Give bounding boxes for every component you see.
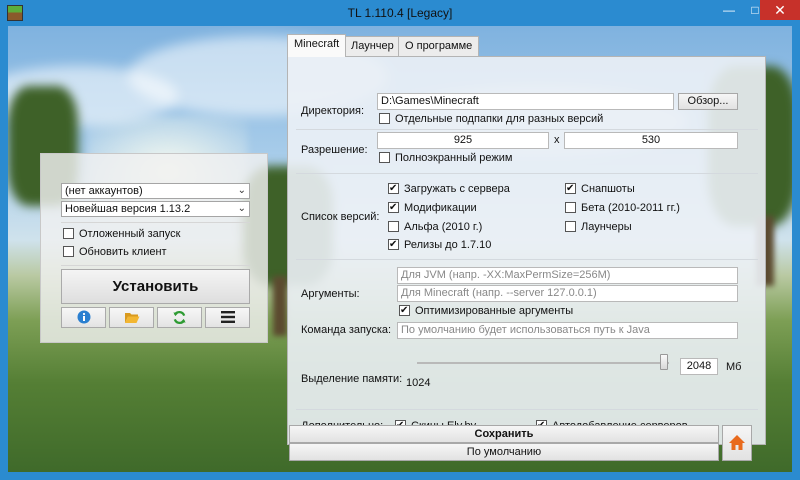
fullscreen-label: Полноэкранный режим <box>395 152 513 164</box>
optimized-args-checkbox[interactable]: Оптимизированные аргументы <box>399 304 574 319</box>
update-client-label: Обновить клиент <box>79 246 167 258</box>
launchers-checkbox[interactable]: Лаунчеры <box>565 221 632 235</box>
home-button[interactable] <box>722 425 752 461</box>
chevron-down-icon: ⌄ <box>237 203 246 214</box>
window-title: TL 1.110.4 [Legacy] <box>347 6 453 20</box>
resolution-height-input[interactable]: 530 <box>564 132 738 149</box>
checkbox-box[interactable] <box>388 238 399 251</box>
version-select[interactable]: Новейшая версия 1.13.2 ⌄ <box>61 201 250 217</box>
info-icon <box>77 310 91 324</box>
tab-about[interactable]: О программе <box>398 36 480 56</box>
checkbox-box[interactable] <box>379 152 390 163</box>
checkbox-box[interactable] <box>399 304 410 317</box>
modifications-label: Модификации <box>404 202 477 214</box>
refresh-icon <box>172 310 187 324</box>
divider <box>296 259 758 260</box>
close-button[interactable]: ✕ <box>760 0 800 20</box>
folder-icon <box>124 311 140 323</box>
settings-sheet: Директория: D:\Games\Minecraft Обзор... … <box>287 56 766 445</box>
version-select-value: Новейшая версия 1.13.2 <box>65 203 191 215</box>
window-frame-bottom <box>0 472 800 480</box>
delayed-launch-label: Отложенный запуск <box>79 228 181 240</box>
tab-minecraft[interactable]: Minecraft <box>287 34 347 57</box>
checkbox-box[interactable] <box>565 182 576 195</box>
launch-command-input[interactable]: По умолчанию будет использоваться путь к… <box>397 322 738 339</box>
resolution-label: Разрешение: <box>301 144 368 156</box>
memory-input[interactable]: 2048 <box>680 358 718 375</box>
separate-subfolders-checkbox[interactable]: Отдельные подпапки для разных версий <box>379 113 603 127</box>
snapshots-checkbox[interactable]: Снапшоты <box>565 182 635 197</box>
launch-panel: (нет аккаунтов) ⌄ Новейшая версия 1.13.2… <box>40 153 268 343</box>
open-folder-button[interactable] <box>109 307 154 328</box>
divider <box>61 265 250 266</box>
home-icon <box>728 435 746 455</box>
alpha-checkbox[interactable]: Альфа (2010 г.) <box>388 221 482 235</box>
optimized-args-label: Оптимизированные аргументы <box>415 305 574 317</box>
window-frame-right <box>792 26 800 480</box>
save-button[interactable]: Сохранить <box>289 425 719 443</box>
minimize-button[interactable]: — <box>716 0 742 20</box>
checkbox-box[interactable] <box>63 246 74 257</box>
alpha-label: Альфа (2010 г.) <box>404 221 483 233</box>
memory-label: Выделение памяти: <box>301 373 403 385</box>
snapshots-label: Снапшоты <box>581 183 635 195</box>
memory-unit: Мб <box>726 361 742 373</box>
download-from-server-label: Загружать с сервера <box>404 183 510 195</box>
divider <box>61 222 250 223</box>
delayed-launch-checkbox[interactable]: Отложенный запуск <box>63 228 180 242</box>
launchers-label: Лаунчеры <box>581 221 632 233</box>
info-button[interactable] <box>61 307 106 328</box>
checkbox-box[interactable] <box>565 221 576 232</box>
resolution-width-input[interactable]: 925 <box>377 132 549 149</box>
title-bar[interactable]: TL 1.110.4 [Legacy] — □ ✕ <box>0 0 800 26</box>
download-from-server-checkbox[interactable]: Загружать с сервера <box>388 182 510 197</box>
default-button[interactable]: По умолчанию <box>289 443 719 461</box>
settings-panel: Minecraft Лаунчер О программе Директория… <box>281 28 766 468</box>
launch-command-label: Команда запуска: <box>301 324 392 336</box>
divider <box>296 173 758 174</box>
arguments-label: Аргументы: <box>301 288 360 300</box>
beta-label: Бета (2010-2011 гг.) <box>581 202 680 214</box>
jvm-args-input[interactable]: Для JVM (напр. -XX:MaxPermSize=256M) <box>397 267 738 284</box>
checkbox-box[interactable] <box>388 221 399 232</box>
checkbox-box[interactable] <box>565 202 576 213</box>
memory-slider-track[interactable] <box>417 362 669 364</box>
menu-button[interactable] <box>205 307 250 328</box>
browse-button[interactable]: Обзор... <box>678 93 738 110</box>
divider <box>296 409 758 410</box>
directory-label: Директория: <box>301 105 365 117</box>
refresh-button[interactable] <box>157 307 202 328</box>
releases-checkbox[interactable]: Релизы до 1.7.10 <box>388 238 492 253</box>
fullscreen-checkbox[interactable]: Полноэкранный режим <box>379 152 513 166</box>
window-frame-left <box>0 26 8 480</box>
update-client-checkbox[interactable]: Обновить клиент <box>63 246 167 260</box>
checkbox-box[interactable] <box>388 201 399 214</box>
account-select[interactable]: (нет аккаунтов) ⌄ <box>61 183 250 199</box>
directory-input[interactable]: D:\Games\Minecraft <box>377 93 674 110</box>
checkbox-box[interactable] <box>388 182 399 195</box>
modifications-checkbox[interactable]: Модификации <box>388 201 477 216</box>
separate-subfolders-label: Отдельные подпапки для разных версий <box>395 113 604 125</box>
checkbox-box[interactable] <box>379 113 390 124</box>
memory-min-label: 1024 <box>406 377 431 389</box>
install-button[interactable]: Установить <box>61 269 250 304</box>
checkbox-box[interactable] <box>63 228 74 239</box>
divider <box>296 129 758 130</box>
releases-label: Релизы до 1.7.10 <box>404 239 492 251</box>
chevron-down-icon: ⌄ <box>237 185 246 196</box>
beta-checkbox[interactable]: Бета (2010-2011 гг.) <box>565 202 680 216</box>
versions-label: Список версий: <box>301 211 380 223</box>
menu-icon <box>220 311 235 324</box>
memory-slider-thumb[interactable] <box>659 354 668 370</box>
resolution-x-separator: x <box>554 134 560 146</box>
tab-launcher[interactable]: Лаунчер <box>344 36 401 56</box>
account-select-value: (нет аккаунтов) <box>65 185 143 197</box>
minecraft-args-input[interactable]: Для Minecraft (напр. --server 127.0.0.1) <box>397 285 738 302</box>
